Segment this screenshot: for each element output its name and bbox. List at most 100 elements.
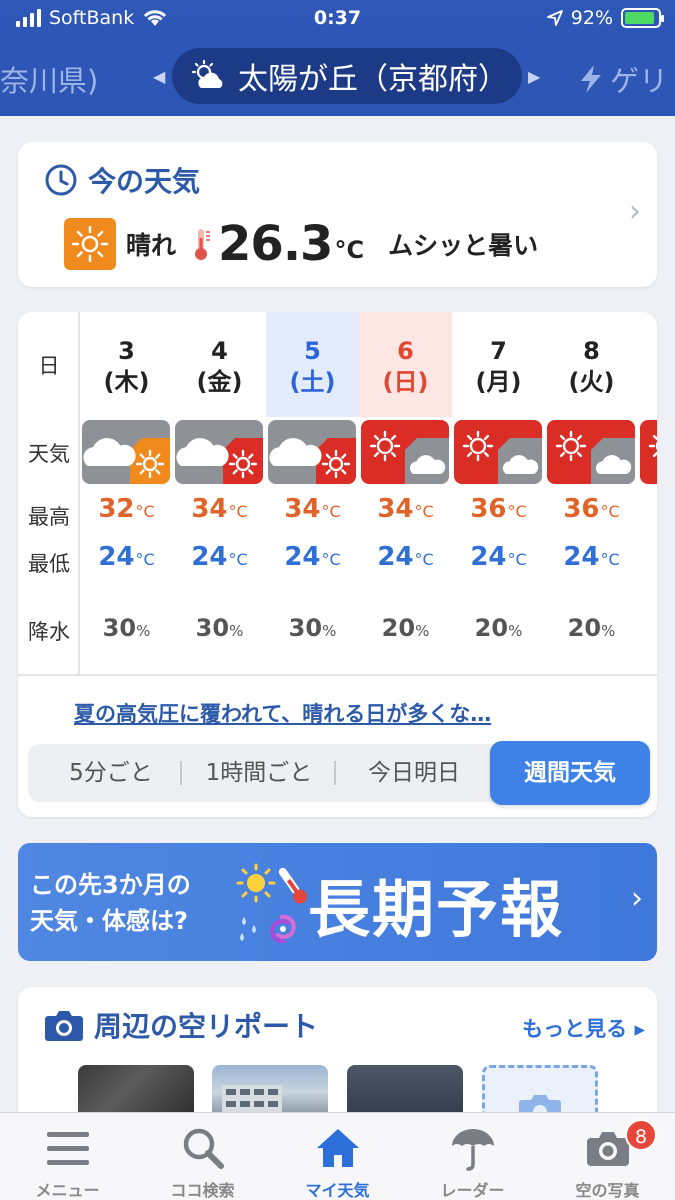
tab-today-tomorrow[interactable]: 今日明日 <box>340 744 488 802</box>
tab-menu[interactable]: メニュー <box>0 1113 135 1200</box>
temp-unit: °C <box>321 550 341 569</box>
day-header: 7 (月) <box>452 312 545 417</box>
status-right: 92% <box>546 7 664 29</box>
camera-icon <box>45 1011 83 1041</box>
tab-label: ココ検索 <box>170 1181 235 1200</box>
current-weather-header: 今の天気 <box>44 160 200 200</box>
cloudy-then-sunny-icon <box>175 420 263 484</box>
precip-value: 30 <box>102 614 137 642</box>
sun-icon <box>64 218 116 270</box>
tab-my-weather[interactable]: マイ天気 <box>270 1113 405 1200</box>
chevron-right-icon: › <box>629 194 641 229</box>
low-temp: 24°C <box>80 542 173 572</box>
current-location-tab[interactable]: 太陽が丘（京都府） <box>172 48 522 104</box>
row-label-high: 最高 <box>28 505 70 529</box>
precip-unit: % <box>136 622 151 640</box>
day-column[interactable]: 7 (月) 36°C 24°C 20% <box>452 312 545 674</box>
sky-report-more-link[interactable]: もっと見る ▸ <box>522 1013 645 1043</box>
banner-line2: 天気・体感は? <box>30 907 188 935</box>
high-temp-value: 36 <box>470 494 507 524</box>
tab-search[interactable]: ココ検索 <box>135 1113 270 1200</box>
day-header: 4 (金) <box>173 312 266 417</box>
battery-percent: 92% <box>570 7 613 29</box>
day-date: 3 <box>118 337 135 365</box>
clock-icon <box>45 164 77 196</box>
weekly-summary-link[interactable]: 夏の高気圧に覆われて、晴れる日が多くな… <box>74 698 491 728</box>
next-arrow-icon[interactable]: ▶ <box>528 67 540 86</box>
cloudy-then-sunny-icon <box>268 420 356 484</box>
day-header: 6 (日) <box>359 312 452 417</box>
next-location-tab[interactable]: ゲリ <box>578 58 668 100</box>
day-header: 3 (木) <box>80 312 173 417</box>
day-column[interactable]: 6 (日) 34°C 24°C 20% <box>359 312 452 674</box>
temp-unit: °C <box>135 502 155 521</box>
tab-sky-photos[interactable]: 8 空の写真 <box>540 1113 675 1200</box>
high-temp-value: 34 <box>284 494 321 524</box>
home-icon <box>316 1129 359 1167</box>
search-icon <box>183 1128 224 1169</box>
sunny-then-cloudy-icon <box>547 420 635 484</box>
temp-unit: °C <box>600 502 620 521</box>
day-weekday: (土) <box>289 368 336 396</box>
weekly-days: 3 (木) 32°C 24°C 30% 4 (金) 34°C 24°C 30% 5 (土) 34°… <box>80 312 657 674</box>
cloudy-then-sunny-icon <box>82 420 170 484</box>
rain-icon <box>240 917 256 941</box>
temp-unit: °C <box>228 550 248 569</box>
precip-chance: 20% <box>545 614 638 642</box>
sunny-then-cloudy-icon <box>454 420 542 484</box>
day-weekday: (金) <box>196 368 243 396</box>
thermometer-icon <box>195 229 211 260</box>
prev-location-tab[interactable]: 奈川県) <box>0 58 98 100</box>
prev-arrow-icon[interactable]: ◀ <box>153 67 165 86</box>
day-date: 4 <box>211 337 228 365</box>
row-label-precip: 降水 <box>28 620 70 644</box>
day-weekday: (日) <box>382 368 429 396</box>
high-temp-value: 32 <box>98 494 135 524</box>
low-temp: 24°C <box>266 542 359 572</box>
menu-icon <box>46 1132 89 1165</box>
day-column[interactable]: 3 (木) 32°C 24°C 30% <box>80 312 173 674</box>
divider <box>334 761 336 785</box>
low-temp: 24°C <box>173 542 266 572</box>
tab-weekly[interactable]: 週間天気 <box>490 741 650 805</box>
divider <box>180 761 182 785</box>
tab-5min[interactable]: 5分ごと <box>36 744 186 802</box>
day-column[interactable]: 4 (金) 34°C 24°C 30% <box>173 312 266 674</box>
high-temp: 34°C <box>173 494 266 524</box>
current-weather-card[interactable]: 今の天気 晴れ 26.3 °C ムシッと暑い › <box>18 142 657 287</box>
precip-chance: 30% <box>80 614 173 642</box>
low-temp-value: 24 <box>284 542 321 572</box>
day-date: 5 <box>304 337 321 365</box>
battery-level <box>625 12 655 24</box>
tab-radar[interactable]: レーダー <box>405 1113 540 1200</box>
status-bar: SoftBank 0:37 92% <box>0 0 675 40</box>
row-label-day: 日 <box>38 354 60 378</box>
precip-chance: 30% <box>266 614 359 642</box>
temp-unit: °C <box>414 550 434 569</box>
sun-icon <box>236 863 276 903</box>
high-temp: 34°C <box>359 494 452 524</box>
precip-chance: 20% <box>359 614 452 642</box>
day-column[interactable]: 8 (火) 36°C 24°C 20% <box>545 312 638 674</box>
long-range-forecast-banner[interactable]: この先3か月の 天気・体感は? 長期予報 › <box>18 843 657 961</box>
day-column[interactable]: 5 (土) 34 °C 24°C 30% <box>266 312 359 674</box>
sunny-then-cloudy-icon <box>640 420 657 484</box>
precip-value: 30 <box>288 614 323 642</box>
app-header: SoftBank 0:37 92% 奈川県) ◀ 太陽が丘（京都府） ▶ ゲリ <box>0 0 675 116</box>
row-label-low: 最低 <box>28 552 70 576</box>
high-temp: 36°C <box>452 494 545 524</box>
bottom-tab-bar: メニュー ココ検索 マイ天気 レーダー 8 空の写真 <box>0 1112 675 1200</box>
thermometer-icon <box>278 867 308 904</box>
camera-icon <box>586 1132 629 1166</box>
sky-report-header: 周辺の空リポート <box>44 1005 318 1045</box>
precip-value: 20 <box>474 614 509 642</box>
current-temperature: 26.3 <box>218 216 333 272</box>
tab-hourly[interactable]: 1時間ごと <box>184 744 334 802</box>
precip-unit: % <box>229 622 244 640</box>
temp-unit: °C <box>507 550 527 569</box>
temp-unit: °C <box>414 502 434 521</box>
low-temp: 24°C <box>359 542 452 572</box>
location-switcher: 奈川県) ◀ 太陽が丘（京都府） ▶ ゲリ <box>0 44 675 106</box>
current-condition: 晴れ <box>126 231 177 260</box>
low-temp-value: 24 <box>191 542 228 572</box>
